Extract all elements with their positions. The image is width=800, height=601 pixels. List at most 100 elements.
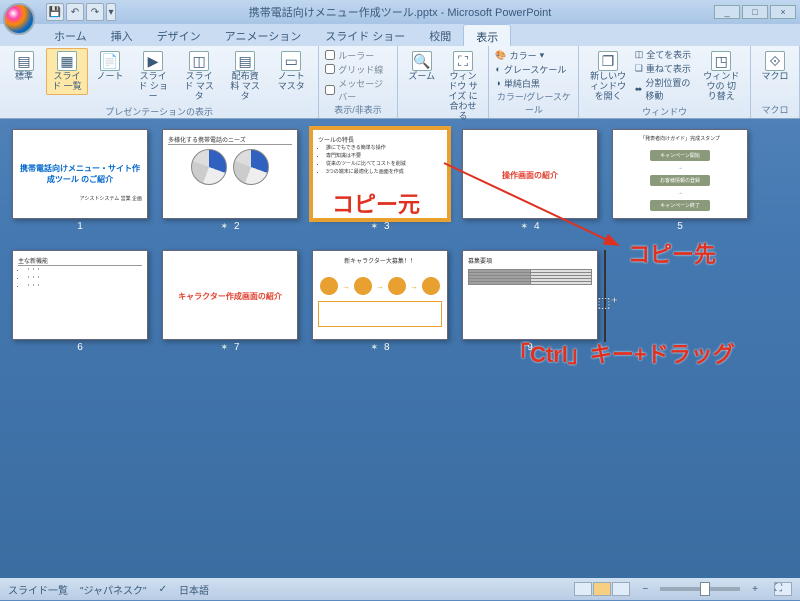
normal-view-shortcut[interactable]: [574, 582, 592, 596]
cascade-button[interactable]: ❏重ねて表示: [635, 62, 695, 75]
tab-slideshow[interactable]: スライド ショー: [313, 24, 417, 46]
slide-thumb-9[interactable]: 募集要項 9 ⬚⁺: [462, 250, 598, 353]
zoom-button[interactable]: 🔍ズーム: [404, 48, 440, 85]
handout-master-button[interactable]: ▤配布資料 マスタ: [224, 48, 266, 105]
group-show-hide: ルーラー グリッド線 メッセージ バー 表示/非表示: [319, 46, 398, 118]
notes-master-icon: ▭: [281, 51, 301, 71]
maximize-button[interactable]: □: [742, 5, 768, 19]
group-presentation-views: ▤標準 ▦スライド 一覧 📄ノート ▶スライド ショー ◫スライド マスタ ▤配…: [0, 46, 319, 118]
status-view: スライド一覧: [8, 582, 68, 597]
messagebar-checkbox[interactable]: メッセージ バー: [325, 77, 391, 103]
slide-thumb-2[interactable]: 多様化する携帯電話のニーズ ✶2: [162, 129, 298, 232]
color-button[interactable]: 🎨カラー▾: [495, 49, 544, 62]
ruler-checkbox[interactable]: ルーラー: [325, 49, 374, 62]
zoom-in-button[interactable]: +: [752, 584, 758, 595]
slide-master-button[interactable]: ◫スライド マスタ: [178, 48, 220, 105]
animation-icon: ✶: [520, 221, 528, 232]
switch-icon: ◳: [711, 51, 731, 71]
grayscale-button[interactable]: ◐グレースケール: [495, 63, 566, 76]
fit-window-button[interactable]: ⛶ウィンドウ サイズ に合わせる: [444, 48, 483, 124]
group-window: ❐新しいウィンドウ を開く ◫全てを表示 ❏重ねて表示 ⬌分割位置の移動 ◳ウィ…: [579, 46, 751, 118]
new-window-button[interactable]: ❐新しいウィンドウ を開く: [585, 48, 630, 105]
undo-icon[interactable]: ↶: [66, 3, 84, 21]
ribbon-tabs: ホーム 挿入 デザイン アニメーション スライド ショー 校閲 表示: [0, 24, 800, 46]
handout-master-icon: ▤: [235, 51, 255, 71]
qat-more-icon[interactable]: ▾: [106, 3, 116, 21]
grayscale-icon: ◐: [495, 64, 500, 74]
group-zoom: 🔍ズーム ⛶ウィンドウ サイズ に合わせる ズーム: [398, 46, 490, 118]
copy-cursor-icon: ⬚⁺: [597, 294, 618, 311]
tab-home[interactable]: ホーム: [42, 24, 99, 46]
normal-icon: ▤: [14, 51, 34, 71]
group-label: 表示/非表示: [325, 103, 391, 117]
slideshow-shortcut[interactable]: [612, 582, 630, 596]
gridlines-checkbox[interactable]: グリッド線: [325, 63, 383, 76]
slide-thumb-5[interactable]: 「発表者向けガイド」完成スタンプキャンペーン開始→お客様情報の登録→キャンペーン…: [612, 129, 748, 232]
tab-design[interactable]: デザイン: [145, 24, 213, 46]
office-button[interactable]: [3, 3, 35, 35]
status-language: 日本語: [179, 582, 209, 597]
save-icon[interactable]: 💾: [46, 3, 64, 21]
group-label: プレゼンテーションの表示: [6, 105, 312, 119]
quick-access-toolbar: 💾 ↶ ↷ ▾: [40, 1, 122, 23]
view-slideshow-button[interactable]: ▶スライド ショー: [132, 48, 174, 105]
view-normal-button[interactable]: ▤標準: [6, 48, 42, 85]
new-window-icon: ❐: [598, 51, 618, 71]
split-button[interactable]: ⬌分割位置の移動: [635, 76, 695, 102]
status-bar: スライド一覧 "ジャパネスク" ✓ 日本語 − + ⛶: [0, 578, 800, 600]
view-sorter-button[interactable]: ▦スライド 一覧: [46, 48, 88, 95]
notes-master-button[interactable]: ▭ノート マスタ: [270, 48, 312, 95]
slide-thumb-8[interactable]: 新キャラクター大募集！！→→→ ✶8: [312, 250, 448, 353]
slide-thumb-6[interactable]: 主な新機能・・・・・・・・・ 6: [12, 250, 148, 353]
window-title: 携帯電話向けメニュー作成ツール.pptx - Microsoft PowerPo…: [249, 4, 552, 20]
status-lang-icon: ✓: [159, 584, 167, 595]
bw-button[interactable]: ◑単純白黒: [495, 77, 539, 90]
minimize-button[interactable]: _: [714, 5, 740, 19]
group-color: 🎨カラー▾ ◐グレースケール ◑単純白黒 カラー/グレースケール: [489, 46, 579, 118]
color-icon: 🎨: [495, 50, 506, 61]
slide-thumb-7[interactable]: キャラクター作成画面の紹介 ✶7: [162, 250, 298, 353]
group-macro: ⟐マクロ マクロ: [751, 46, 800, 118]
animation-icon: ✶: [370, 221, 378, 232]
ribbon: ホーム 挿入 デザイン アニメーション スライド ショー 校閲 表示 ▤標準 ▦…: [0, 24, 800, 119]
group-label: カラー/グレースケール: [495, 90, 572, 117]
view-notes-button[interactable]: 📄ノート: [92, 48, 128, 85]
slide-sorter-pane[interactable]: 携帯電話向けメニュー・サイト作成ツール のご紹介アシストシステム 営業 企画 1…: [0, 119, 800, 601]
bw-icon: ◑: [495, 78, 500, 88]
tab-insert[interactable]: 挿入: [99, 24, 145, 46]
zoom-slider[interactable]: [660, 587, 740, 591]
cascade-icon: ❏: [635, 63, 643, 74]
title-bar: 💾 ↶ ↷ ▾ 携帯電話向けメニュー作成ツール.pptx - Microsoft…: [0, 0, 800, 24]
close-button[interactable]: ×: [770, 5, 796, 19]
fit-shortcut[interactable]: ⛶: [774, 582, 792, 596]
view-shortcut-buttons: [574, 582, 630, 596]
zoom-icon: 🔍: [412, 51, 432, 71]
status-theme: "ジャパネスク": [80, 582, 147, 597]
slideshow-icon: ▶: [143, 51, 163, 71]
slide-thumb-3[interactable]: ツールの特長 誰にでもできる簡単な操作 専門知識は不要 従来のツールに比べてコス…: [312, 129, 448, 232]
sorter-view-shortcut[interactable]: [593, 582, 611, 596]
ribbon-body: ▤標準 ▦スライド 一覧 📄ノート ▶スライド ショー ◫スライド マスタ ▤配…: [0, 46, 800, 118]
notes-icon: 📄: [100, 51, 120, 71]
redo-icon[interactable]: ↷: [86, 3, 104, 21]
animation-icon: ✶: [220, 342, 228, 353]
split-icon: ⬌: [635, 84, 643, 95]
macro-button[interactable]: ⟐マクロ: [757, 48, 793, 85]
arrange-icon: ◫: [635, 49, 644, 60]
tab-review[interactable]: 校閲: [417, 24, 463, 46]
group-label: マクロ: [757, 103, 793, 117]
tab-animations[interactable]: アニメーション: [213, 24, 314, 46]
slide-thumb-1[interactable]: 携帯電話向けメニュー・サイト作成ツール のご紹介アシストシステム 営業 企画 1: [12, 129, 148, 232]
sorter-icon: ▦: [57, 51, 77, 71]
animation-icon: ✶: [370, 342, 378, 353]
slide-thumb-4[interactable]: 操作画面の紹介 ✶4: [462, 129, 598, 232]
slide-master-icon: ◫: [189, 51, 209, 71]
animation-icon: ✶: [220, 221, 228, 232]
zoom-out-button[interactable]: −: [642, 584, 648, 595]
group-label: ウィンドウ: [585, 105, 744, 119]
tab-view[interactable]: 表示: [463, 24, 511, 46]
fit-icon: ⛶: [453, 51, 473, 71]
macro-icon: ⟐: [765, 51, 785, 71]
switch-window-button[interactable]: ◳ウィンドウの 切り替え: [699, 48, 744, 105]
arrange-all-button[interactable]: ◫全てを表示: [635, 48, 695, 61]
